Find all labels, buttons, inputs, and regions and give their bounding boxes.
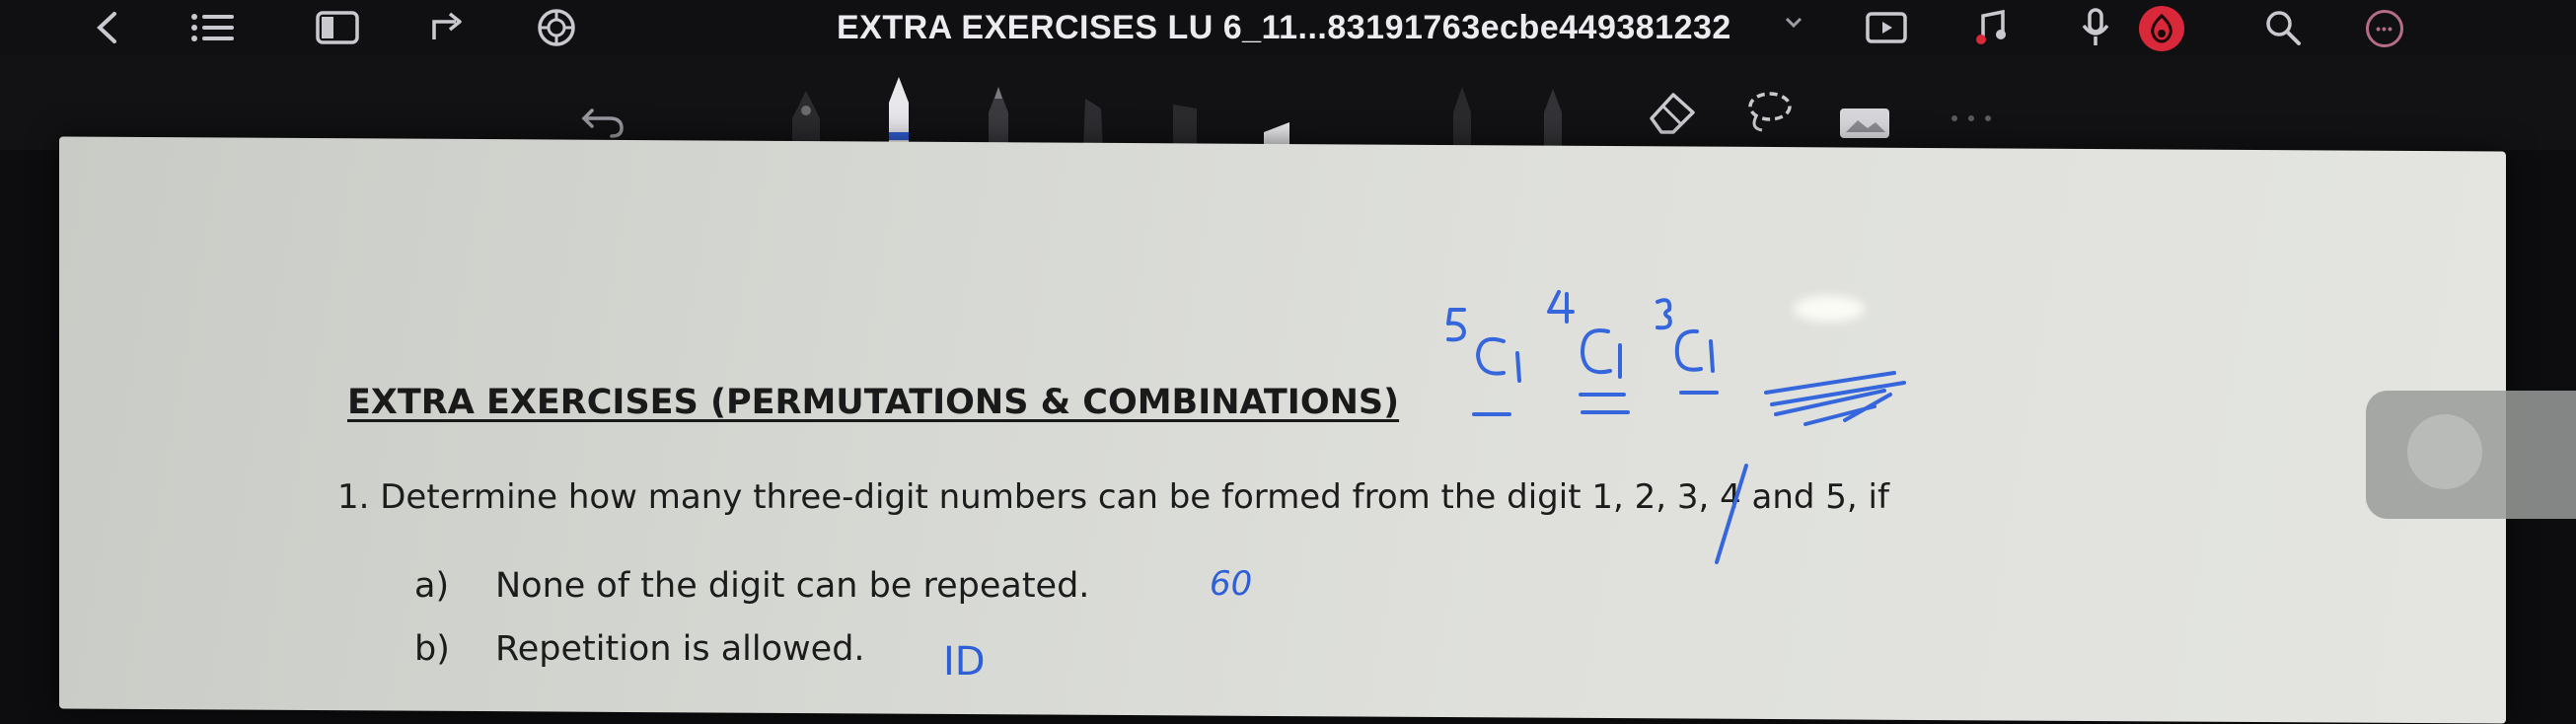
tool-overflow-icon[interactable] — [1942, 95, 2001, 124]
question-1-text: 1. Determine how many three-digit number… — [337, 477, 1889, 517]
ai-assistant-icon[interactable] — [533, 8, 580, 47]
handwritten-answer-a: 60 — [1210, 564, 1253, 604]
pencil-alt-icon[interactable] — [1533, 85, 1573, 150]
lasso-icon[interactable] — [1738, 85, 1798, 134]
part-a: a) None of the digit can be repeated. — [414, 566, 1089, 606]
music-icon[interactable] — [1969, 8, 2017, 47]
part-b-label: b) — [414, 629, 450, 669]
side-panel-knob[interactable] — [2407, 414, 2482, 489]
share-icon[interactable] — [424, 8, 472, 47]
sidebar-icon[interactable] — [314, 8, 361, 47]
document-title[interactable]: EXTRA EXERCISES LU 6_11...83191763ecbe44… — [837, 8, 1774, 47]
undo-icon[interactable] — [574, 91, 633, 140]
search-icon[interactable] — [2259, 8, 2307, 47]
top-toolbar: EXTRA EXERCISES LU 6_11...83191763ecbe44… — [0, 0, 2576, 55]
eraser-icon[interactable] — [1642, 85, 1701, 134]
thin-pen-icon[interactable] — [1442, 83, 1482, 150]
exercise-heading: EXTRA EXERCISES (PERMUTATIONS & COMBINAT… — [347, 383, 1400, 422]
part-a-text: None of the digit can be repeated. — [495, 566, 1090, 606]
back-chevron-icon[interactable] — [83, 8, 130, 47]
part-b: b) Repetition is allowed. — [414, 629, 865, 669]
image-tool-icon[interactable] — [1835, 91, 1894, 140]
chevron-down-icon[interactable] — [1784, 16, 1803, 35]
more-icon[interactable]: ••• — [2366, 10, 2403, 47]
microphone-icon[interactable] — [2072, 8, 2119, 47]
screen-glare — [1794, 296, 1865, 322]
present-icon[interactable] — [1863, 8, 1910, 47]
handwritten-answer-b: ID — [943, 639, 986, 685]
marker-icon[interactable] — [1162, 95, 1208, 150]
highlighter-icon[interactable] — [1071, 95, 1115, 150]
record-icon — [2151, 14, 2172, 43]
list-icon[interactable] — [189, 8, 237, 47]
ballpoint-pen-icon[interactable] — [874, 73, 923, 150]
part-a-label: a) — [414, 566, 450, 606]
record-button[interactable] — [2139, 6, 2184, 51]
pencil-icon[interactable] — [977, 83, 1020, 150]
sticky-note-icon[interactable] — [1255, 91, 1298, 150]
part-b-text: Repetition is allowed. — [495, 629, 865, 669]
pen-toolbar — [0, 55, 2576, 150]
